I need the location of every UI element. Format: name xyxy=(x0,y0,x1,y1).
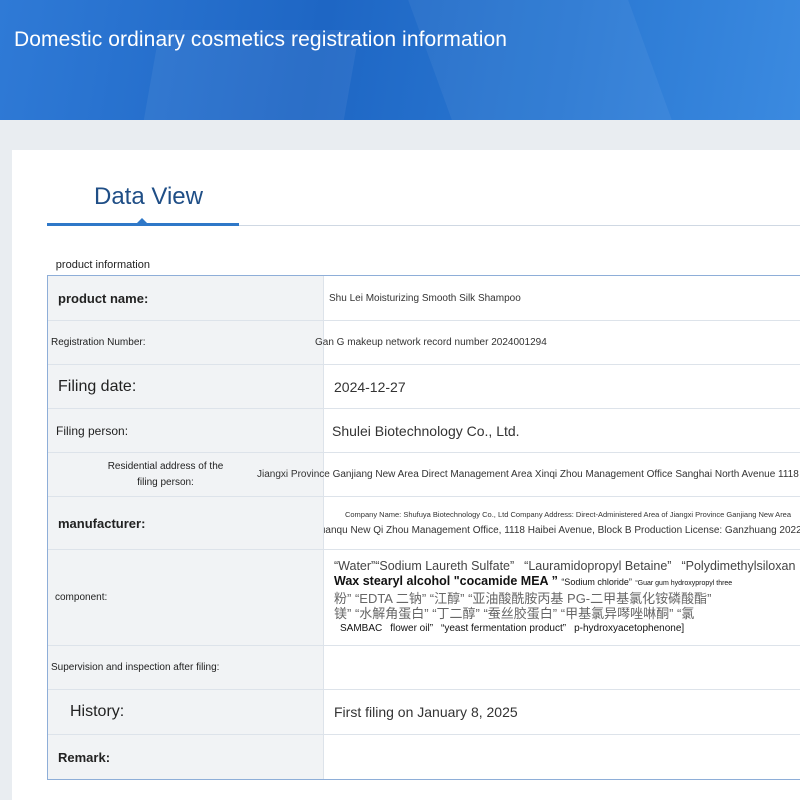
table-row: Supervision and inspection after filing: xyxy=(48,646,800,690)
row-label: manufacturer: xyxy=(48,497,324,549)
supervision-value xyxy=(324,646,800,689)
component-line2-rest: “Guar gum hydroxypropyl three xyxy=(635,580,733,587)
component-line2-small: “Sodium chloride” xyxy=(561,577,632,587)
manufacturer-line2: Guanqu New Qi Zhou Management Office, 11… xyxy=(324,525,800,536)
page-title: Domestic ordinary cosmetics registration… xyxy=(14,28,508,51)
address-value: Jiangxi Province Ganjiang New Area Direc… xyxy=(257,469,800,480)
table-row: History: First filing on January 8, 2025 xyxy=(48,690,800,735)
manufacturer-line1: Company Name: Shufuya Biotechnology Co.,… xyxy=(344,510,792,519)
row-label: History: xyxy=(48,690,324,734)
component-line5: SAMBACflower oil”“yeast fermentation p… xyxy=(340,623,685,634)
table-row: Remark: xyxy=(48,735,800,779)
content-card: Data View product information product … xyxy=(12,150,800,800)
row-label: Remark: xyxy=(48,735,324,779)
history-value: First filing on January 8, 2025 xyxy=(334,704,518,720)
tab-data-view[interactable]: Data View xyxy=(94,183,203,211)
address-label-line1: Residential address of the xyxy=(107,460,224,472)
info-table: product name: Shu Lei Moisturizing Smoot… xyxy=(47,275,800,780)
component-line2: Wax stearyl alcohol "cocamide MEA ” “Sod… xyxy=(334,574,732,591)
component-line2-main: Wax stearyl alcohol "cocamide MEA ” xyxy=(334,574,558,588)
address-label-line2: filing person: xyxy=(137,476,194,488)
filing-person-value: Shulei Biotechnology Co., Ltd. xyxy=(332,422,520,439)
row-label: product name: xyxy=(48,276,324,320)
component-line3: 粉” “EDTA 二钠” “江醇” “亚油酸酰胺丙基 PG-二甲基氯化铵磷酸酯” xyxy=(334,591,712,606)
table-row: Filing date: 2024-12-27 xyxy=(48,365,800,409)
table-row: manufacturer: Company Name: Shufuya Biot… xyxy=(48,497,800,550)
component-line4: 镁” “水解角蛋白” “丁二醇” “蚕丝胶蛋白” “甲基氯异噖唑啉酮” “氯 xyxy=(334,606,695,621)
tab-caret-icon xyxy=(136,218,148,224)
component-value: “Water”“Sodium Laureth Sulfate”“Laurami… xyxy=(324,550,800,645)
header-banner: Domestic ordinary cosmetics registration… xyxy=(0,0,800,120)
row-label: component: xyxy=(48,550,324,645)
remark-value xyxy=(324,735,800,779)
row-label: Supervision and inspection after filing: xyxy=(48,646,324,689)
row-label: Filing person: xyxy=(48,409,324,452)
registration-number-value: Gan G makeup network record number 20240… xyxy=(315,337,547,348)
table-row: component: “Water”“Sodium Laureth Sulfat… xyxy=(48,550,800,646)
table-row: product name: Shu Lei Moisturizing Smoot… xyxy=(48,276,800,321)
table-row: Filing person: Shulei Biotechnology Co.,… xyxy=(48,409,800,453)
table-row: Registration Number: Gan G makeup networ… xyxy=(48,321,800,365)
section-label: product information xyxy=(47,259,159,271)
manufacturer-value: Company Name: Shufuya Biotechnology Co.,… xyxy=(324,497,800,549)
filing-date-value: 2024-12-27 xyxy=(334,378,406,395)
component-line1: “Water”“Sodium Laureth Sulfate”“Laurami… xyxy=(334,559,796,573)
row-label: Filing date: xyxy=(48,365,324,408)
table-row: Residential address of the filing person… xyxy=(48,453,800,497)
row-label: Registration Number: xyxy=(48,321,324,364)
product-name-value: Shu Lei Moisturizing Smooth Silk Shampoo xyxy=(329,292,521,304)
